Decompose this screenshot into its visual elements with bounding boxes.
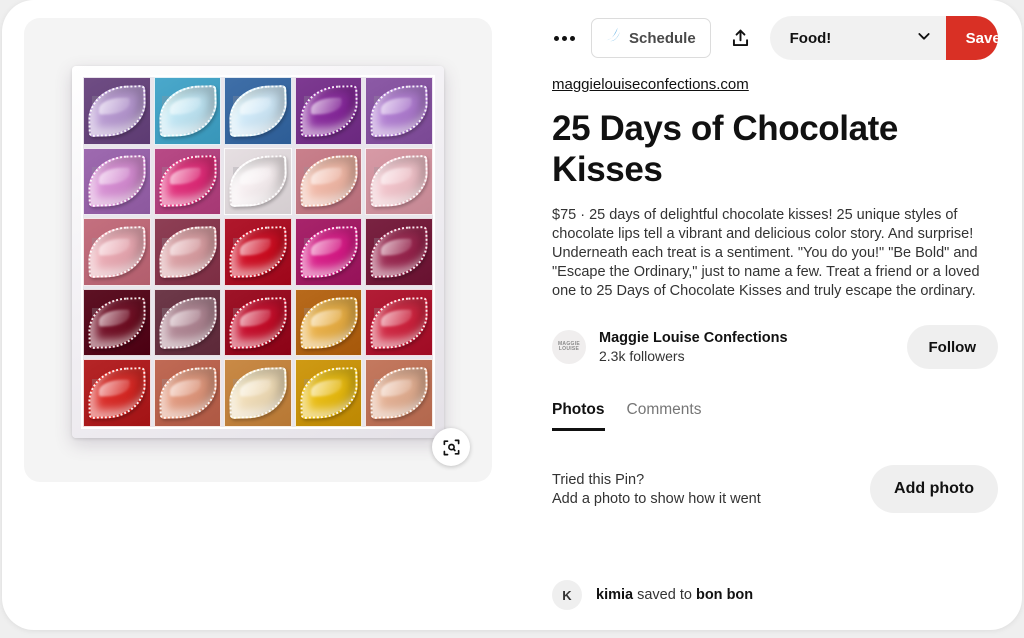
chocolate-cell (83, 288, 151, 357)
chocolate-cell (365, 147, 433, 216)
chocolate-lip (298, 84, 359, 137)
chocolate-lip (228, 226, 288, 278)
chocolate-lip (87, 226, 147, 278)
pin-image-pane[interactable] (24, 18, 492, 482)
chocolate-lip (228, 84, 288, 137)
chocolate-cell (224, 77, 292, 145)
chocolate-cell (153, 147, 222, 216)
chocolate-cell (153, 288, 222, 357)
save-control-group: Food! Save (769, 16, 998, 60)
chocolate-cell (294, 218, 363, 286)
pin-action-bar: Schedule Food! Save (552, 14, 998, 62)
chocolate-cell (365, 288, 433, 357)
kebab-dot (554, 35, 559, 41)
chocolate-lip (369, 367, 429, 420)
chocolate-cell (83, 77, 151, 145)
chocolate-cell (224, 218, 292, 286)
tried-this-pin-text: Tried this Pin? Add a photo to show how … (552, 472, 761, 507)
creator-text: Maggie Louise Confections 2.3k followers (599, 330, 788, 364)
page-title: 25 Days of Chocolate Kisses (552, 109, 898, 189)
chocolate-lip (298, 296, 359, 349)
chocolate-cell (224, 147, 292, 216)
saved-by-text: kimia saved to bon bon (596, 587, 753, 603)
chocolate-lip (87, 296, 147, 349)
pin-tabs: Photos Comments (552, 397, 998, 431)
chocolate-lip (369, 226, 429, 278)
source-link[interactable]: maggielouiseconfections.com (552, 76, 749, 93)
schedule-button[interactable]: Schedule (591, 18, 711, 58)
saved-by-row: K kimia saved to bon bon (552, 580, 753, 610)
tried-this-pin-heading: Tried this Pin? (552, 471, 645, 488)
tried-this-pin-subtext: Add a photo to show how it went (552, 490, 761, 507)
pin-photo[interactable] (24, 18, 492, 482)
chocolate-lip (369, 296, 429, 349)
avatar-brandmark-line2: LOUISE (558, 346, 580, 352)
chocolate-lip (369, 155, 429, 208)
chocolate-cell (365, 359, 433, 427)
chocolate-cell (294, 77, 363, 145)
chocolate-lip (157, 155, 218, 208)
chocolate-lip (298, 367, 359, 420)
chocolate-lip (157, 367, 218, 420)
board-selector[interactable]: Food! (769, 16, 946, 60)
chocolate-lip (157, 84, 218, 137)
chocolate-lip (228, 155, 288, 208)
chocolate-cell (153, 359, 222, 427)
chocolate-cell (224, 288, 292, 357)
chocolate-lip (157, 296, 218, 349)
board-selector-label: Food! (789, 29, 832, 47)
pin-detail-pane: Schedule Food! Save maggielouiseconfecti… (522, 0, 1022, 630)
kebab-dot (570, 35, 575, 41)
chocolate-grid (81, 75, 435, 429)
chocolate-cell (365, 218, 433, 286)
tried-this-pin-row: Tried this Pin? Add a photo to show how … (552, 465, 998, 513)
chocolate-lip (87, 155, 147, 208)
chocolate-cell (83, 218, 151, 286)
save-button[interactable]: Save (945, 16, 998, 60)
pin-card: Schedule Food! Save maggielouiseconfecti… (2, 0, 1022, 630)
creator-row: MAGGIE LOUISE Maggie Louise Confections … (552, 323, 998, 371)
chevron-down-icon (916, 28, 932, 49)
schedule-button-label: Schedule (629, 29, 696, 47)
saver-username[interactable]: kimia (596, 587, 633, 603)
chocolate-lip (228, 367, 288, 420)
creator-followers: 2.3k followers (599, 348, 685, 364)
follow-button[interactable]: Follow (906, 325, 998, 369)
pin-description: $75 · 25 days of delightful chocolate ki… (552, 207, 980, 299)
feather-wing-icon (603, 26, 622, 50)
add-photo-button[interactable]: Add photo (870, 465, 998, 513)
tab-comments[interactable]: Comments (627, 401, 702, 431)
kebab-dot (562, 35, 567, 41)
chocolate-cell (294, 288, 363, 357)
saved-to-board[interactable]: bon bon (696, 587, 753, 603)
chocolate-lip (369, 84, 429, 137)
chocolate-cell (153, 218, 222, 286)
avatar[interactable]: MAGGIE LOUISE (552, 330, 586, 364)
chocolate-cell (83, 147, 151, 216)
chocolate-box (72, 66, 444, 438)
creator-name[interactable]: Maggie Louise Confections (599, 330, 788, 346)
chocolate-lip (87, 84, 147, 137)
chocolate-lip (228, 296, 288, 349)
share-upload-icon[interactable] (725, 21, 756, 55)
chocolate-lip (87, 367, 147, 420)
chocolate-cell (365, 77, 433, 145)
chocolate-cell (294, 147, 363, 216)
saved-by-connector: saved to (633, 587, 696, 603)
saver-avatar[interactable]: K (552, 580, 582, 610)
avatar-brandmark: MAGGIE LOUISE (558, 341, 580, 353)
chocolate-cell (224, 359, 292, 427)
chocolate-cell (153, 77, 222, 145)
chocolate-lip (298, 226, 359, 278)
chocolate-cell (294, 359, 363, 427)
kebab-menu-icon[interactable] (552, 30, 577, 47)
visual-search-icon[interactable] (432, 428, 470, 466)
chocolate-cell (83, 359, 151, 427)
chocolate-lip (298, 155, 359, 208)
pin-detail-page: Schedule Food! Save maggielouiseconfecti… (0, 0, 1024, 638)
tab-photos[interactable]: Photos (552, 401, 605, 431)
chocolate-lip (157, 226, 218, 278)
